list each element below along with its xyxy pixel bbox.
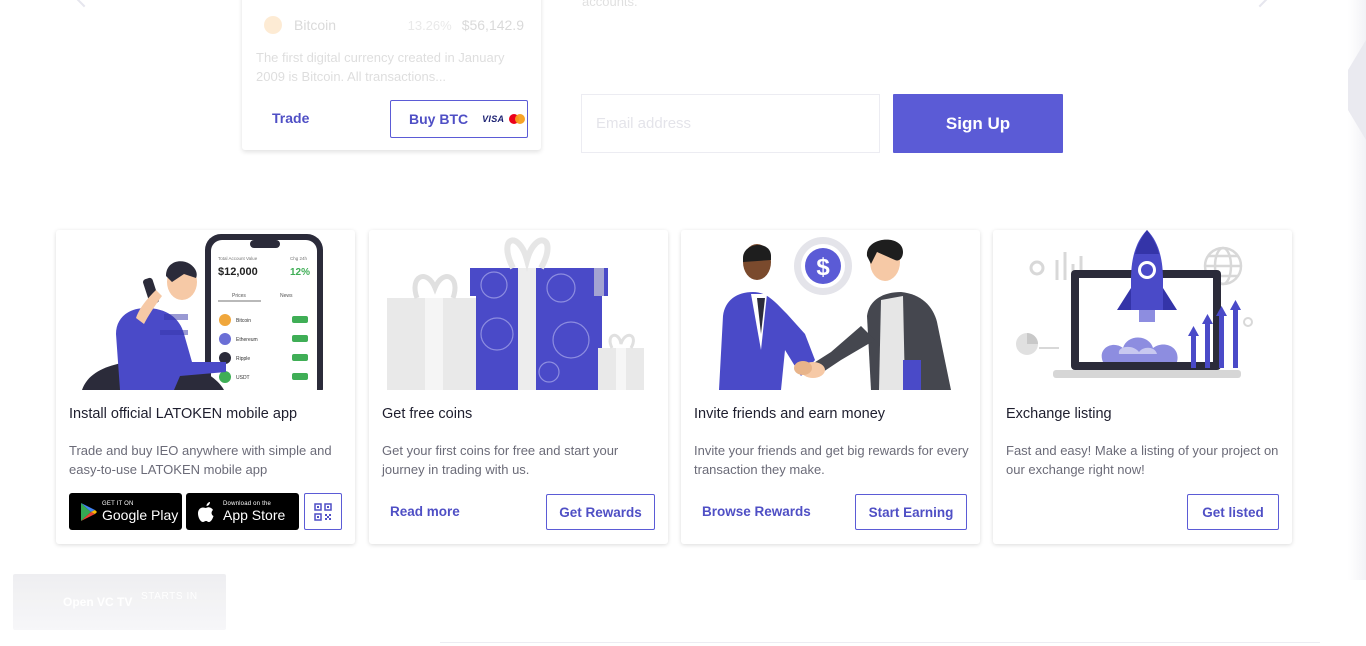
gift-bow (504, 237, 551, 272)
gift-boxes-illustration (387, 237, 644, 390)
exchange-listing-card: Exchange listing Fast and easy! Make a l… (993, 230, 1292, 544)
phone-tab-news: News (280, 293, 293, 299)
card-title: Invite friends and earn money (694, 406, 886, 422)
coin-price: $56,142.9 (461, 17, 524, 33)
phone-coin-label: Bitcoin (236, 318, 251, 324)
card-title: Get free coins (382, 406, 473, 422)
card-title: Install official LATOKEN mobile app (69, 406, 298, 422)
card-title: Exchange listing (1006, 406, 1112, 422)
coin-row: Bitcoin 13.26% $56,142.9 (264, 14, 524, 36)
phone-change: 12% (290, 267, 310, 278)
laptop-base (1053, 370, 1241, 378)
folder (903, 360, 921, 390)
card-description: Invite your friends and get big rewards … (694, 443, 969, 477)
man-left-hair (743, 244, 771, 262)
mobile-app-card: Total Account Value Chg 24h $12,000 12% … (56, 230, 355, 544)
card-description: Fast and easy! Make a listing of your pr… (1006, 443, 1279, 477)
free-coins-card: Get free coins Get your first coins for … (369, 230, 668, 544)
coin-name: Bitcoin (294, 17, 337, 33)
coin-description: The first digital currency created in Ja… (256, 50, 505, 84)
phone-coin-usdt (219, 371, 231, 383)
rocket-laptop-illustration (1016, 230, 1253, 378)
phone-period-label: Chg 24h (290, 256, 308, 261)
start-earning-button[interactable]: Start Earning (855, 494, 967, 530)
vc-starts-label: STARTS IN (141, 591, 198, 602)
phone-account-label: Total Account Value (218, 256, 258, 261)
email-field-wrapper (581, 94, 880, 153)
visa-logo: VISA (482, 114, 505, 124)
pie-chart-icon (1016, 333, 1059, 355)
dollar-sign: $ (816, 254, 830, 281)
google-play-icon (81, 502, 97, 521)
carousel-prev-icon[interactable] (72, 0, 96, 8)
gift-box (476, 296, 602, 390)
phone-coin-label: USDT (236, 375, 250, 381)
email-field[interactable] (582, 95, 879, 152)
handshake-illustration: $ (719, 237, 951, 390)
signup-intro: accounts. (582, 0, 638, 9)
phone-coin-ethereum (219, 333, 231, 345)
google-play-label: Google Play (102, 506, 179, 523)
phone-balance: $12,000 (218, 266, 258, 278)
read-more-link[interactable]: Read more (390, 504, 460, 519)
vc-tv-label: Open VC TV (63, 595, 133, 609)
apple-icon (198, 501, 214, 522)
phone-coin-label: Ethereum (236, 337, 258, 343)
phone-tab-prices: Prices (232, 293, 246, 299)
phone-coin-label: Ripple (236, 356, 250, 362)
card-description: Get your first coins for free and start … (382, 443, 619, 477)
coin-change: 13.26% (407, 17, 452, 33)
phone-notch (250, 240, 280, 248)
mastercard-icon (509, 114, 526, 124)
trade-link[interactable]: Trade (272, 110, 309, 126)
buy-btc-label: Buy BTC (409, 111, 469, 127)
card-description: Trade and buy IEO anywhere with simple a… (69, 443, 332, 477)
app-store-badge[interactable]: Download on the App Store (186, 493, 299, 530)
vc-tv-widget[interactable]: Open VC TV STARTS IN (13, 574, 226, 630)
sign-up-button[interactable]: Sign Up (893, 94, 1063, 153)
qr-code-icon (314, 502, 332, 521)
get-listed-button[interactable]: Get listed (1187, 494, 1279, 530)
google-play-badge[interactable]: GET IT ON Google Play (69, 493, 182, 530)
get-rewards-button[interactable]: Get Rewards (546, 494, 655, 530)
mobile-app-illustration: Total Account Value Chg 24h $12,000 12% … (82, 234, 323, 390)
carousel-next-icon[interactable] (1248, 0, 1272, 8)
gift-ribbon (518, 268, 536, 390)
crypto-card: Bitcoin 13.26% $56,142.9 The first digit… (242, 0, 541, 150)
footer-divider (440, 642, 1320, 643)
bitcoin-icon (264, 16, 282, 34)
invite-friends-card: $ Invite friends and earn money Invite y… (681, 230, 980, 544)
man-left-suit (719, 292, 815, 390)
man-right-sweater (879, 296, 905, 390)
buy-btc-button[interactable]: Buy BTC VISA (390, 100, 528, 138)
gear-icon (1029, 260, 1045, 276)
browse-rewards-link[interactable]: Browse Rewards (702, 504, 811, 519)
app-store-label: App Store (223, 506, 286, 523)
phone-coin-bitcoin (219, 314, 231, 326)
qr-code-button[interactable] (304, 493, 342, 530)
